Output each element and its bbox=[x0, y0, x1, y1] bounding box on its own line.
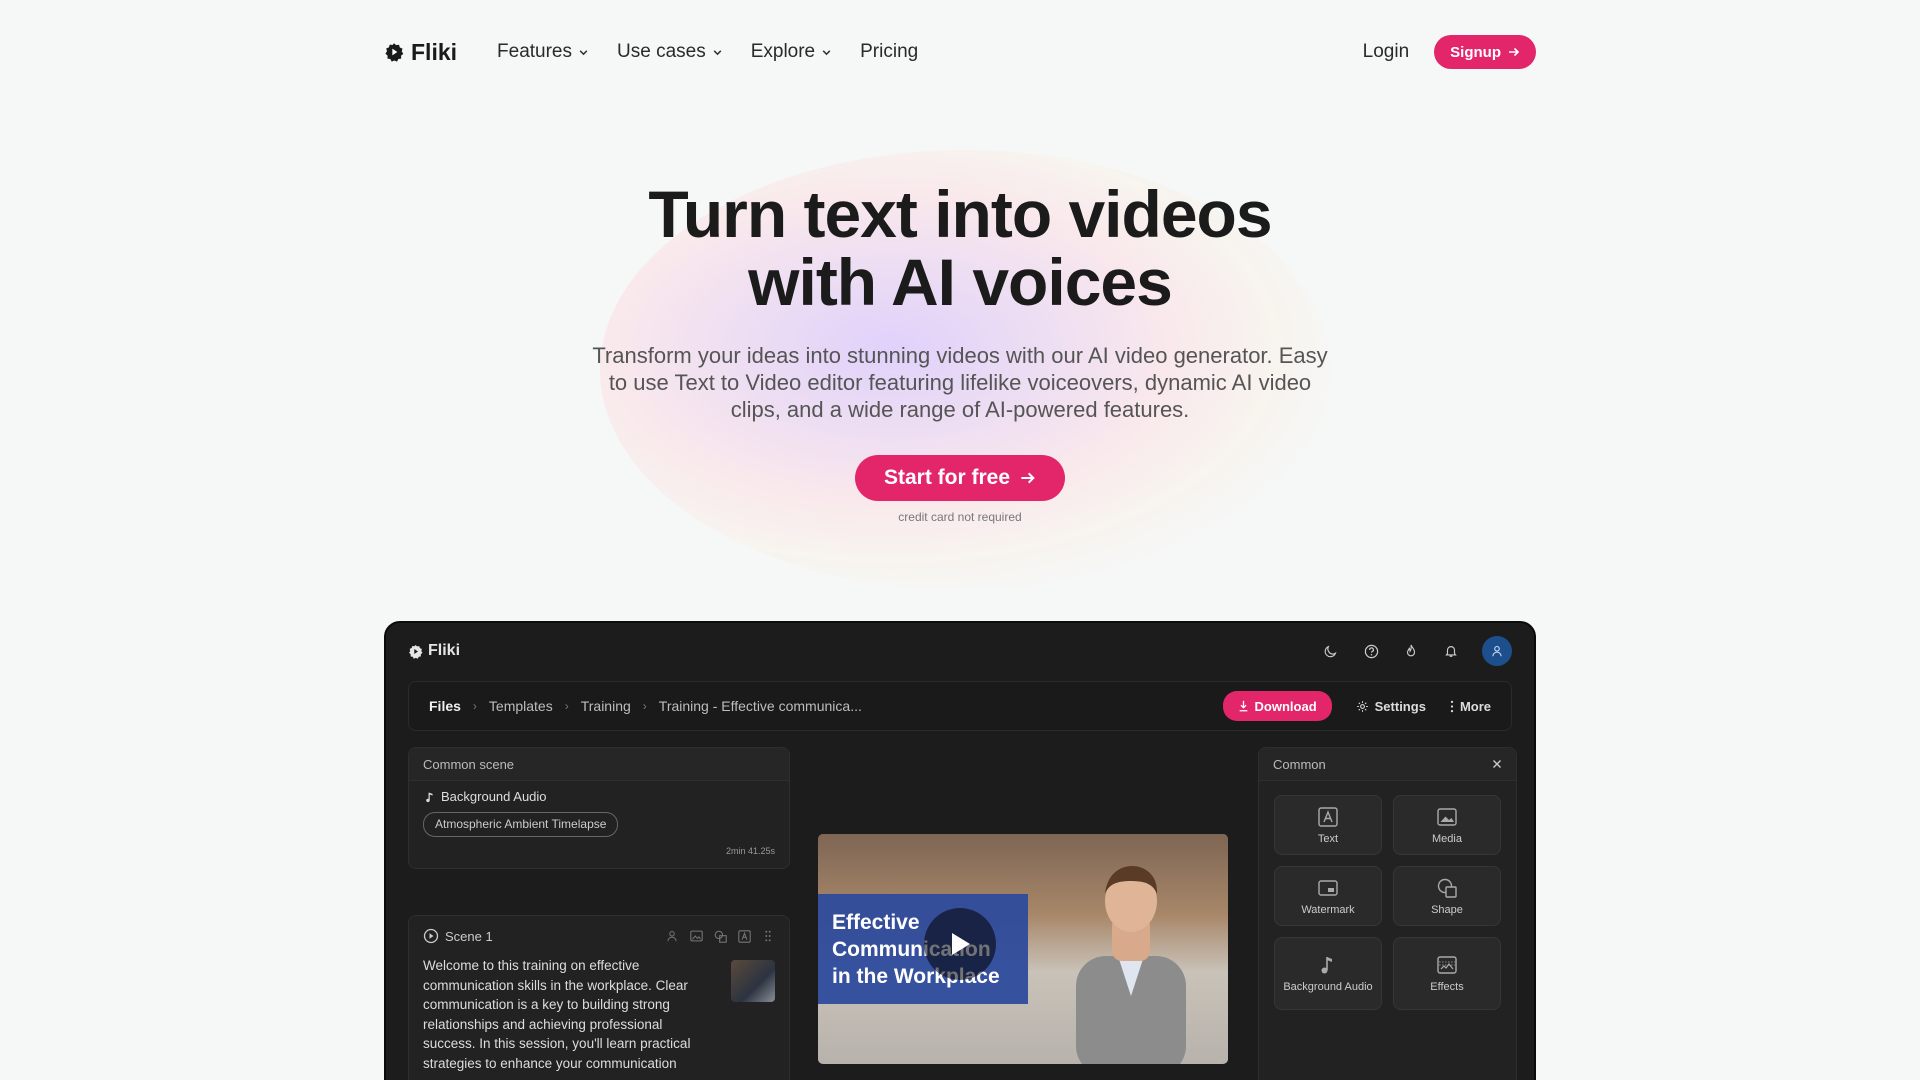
tile-shape[interactable]: Shape bbox=[1393, 866, 1501, 926]
breadcrumb-current: Training - Effective communica... bbox=[658, 698, 862, 714]
breadcrumb-training[interactable]: Training bbox=[581, 698, 631, 714]
chevron-right-icon: › bbox=[472, 699, 477, 713]
play-icon bbox=[952, 933, 970, 955]
hero-title: Turn text into videos with AI voices bbox=[0, 180, 1920, 316]
app-preview-window: Fliki Files › Templates › Training › Tra… bbox=[384, 621, 1536, 1080]
common-scene-title: Common scene bbox=[409, 748, 789, 781]
arrow-right-icon bbox=[1021, 472, 1035, 484]
chevron-down-icon bbox=[822, 49, 831, 55]
tile-media[interactable]: Media bbox=[1393, 795, 1501, 855]
logo-text: Fliki bbox=[411, 38, 458, 65]
more-button[interactable]: More bbox=[1450, 699, 1491, 714]
fliki-logo-icon bbox=[385, 43, 404, 62]
nav-features-label: Features bbox=[497, 41, 572, 62]
credit-card-note: credit card not required bbox=[898, 510, 1022, 524]
help-icon[interactable] bbox=[1362, 642, 1380, 660]
user-avatar[interactable] bbox=[1482, 636, 1512, 666]
play-circle-icon[interactable] bbox=[423, 928, 439, 944]
avatar-tool-icon[interactable] bbox=[665, 929, 679, 943]
image-tool-icon[interactable] bbox=[689, 929, 703, 943]
scene-1-thumbnail[interactable] bbox=[731, 960, 775, 1002]
user-icon bbox=[1492, 645, 1502, 657]
tile-watermark[interactable]: Watermark bbox=[1274, 866, 1382, 926]
chevron-right-icon: › bbox=[642, 699, 647, 713]
chevron-down-icon bbox=[713, 49, 722, 55]
scene-1-label: Scene 1 bbox=[445, 928, 493, 944]
chevron-right-icon: › bbox=[564, 699, 569, 713]
video-preview[interactable]: Effective Communication in the Workplace bbox=[818, 834, 1228, 1064]
effects-icon bbox=[1437, 956, 1457, 974]
breadcrumb-bar: Files › Templates › Training › Training … bbox=[408, 681, 1512, 731]
tile-effects-label: Effects bbox=[1430, 981, 1464, 993]
close-icon[interactable] bbox=[1492, 759, 1502, 769]
settings-label: Settings bbox=[1374, 698, 1426, 714]
download-label: Download bbox=[1254, 698, 1317, 714]
app-header: Fliki bbox=[386, 623, 1534, 679]
image-icon bbox=[1437, 807, 1457, 826]
arrow-right-icon bbox=[1509, 47, 1520, 57]
download-button[interactable]: Download bbox=[1222, 691, 1332, 721]
gear-icon bbox=[1356, 700, 1368, 712]
moon-icon[interactable] bbox=[1322, 642, 1340, 660]
music-note-icon bbox=[1321, 957, 1332, 974]
scene-1-header: Scene 1 bbox=[409, 916, 789, 956]
drag-handle-icon[interactable] bbox=[761, 929, 775, 943]
audio-duration: 2min 41.25s bbox=[725, 846, 775, 856]
background-audio-label: Background Audio bbox=[441, 789, 547, 804]
start-for-free-button[interactable]: Start for free bbox=[855, 455, 1065, 501]
audio-track-chip[interactable]: Atmospheric Ambient Timelapse bbox=[423, 812, 619, 837]
signup-button[interactable]: Signup bbox=[1434, 35, 1536, 69]
shape-icon bbox=[1437, 878, 1457, 898]
text-icon bbox=[1318, 806, 1338, 827]
nav-explore[interactable]: Explore bbox=[751, 41, 832, 63]
download-icon bbox=[1239, 700, 1247, 712]
hero-title-line-2: with AI voices bbox=[748, 245, 1173, 319]
signup-label: Signup bbox=[1450, 43, 1501, 61]
nav-pricing[interactable]: Pricing bbox=[860, 41, 918, 63]
shape-tool-icon[interactable] bbox=[713, 929, 727, 943]
scene-1-panel: Scene 1 Welcome to this training on effe… bbox=[408, 915, 790, 1080]
common-panel-title: Common bbox=[1273, 756, 1326, 772]
background-audio-row[interactable]: Background Audio bbox=[409, 781, 789, 804]
tile-background-audio[interactable]: Background Audio bbox=[1274, 937, 1382, 1010]
play-button[interactable] bbox=[924, 908, 996, 980]
login-link[interactable]: Login bbox=[1363, 41, 1410, 63]
text-tool-icon[interactable] bbox=[737, 929, 751, 943]
breadcrumb: Files › Templates › Training › Training … bbox=[429, 698, 862, 714]
breadcrumb-templates[interactable]: Templates bbox=[489, 698, 553, 714]
tile-background-audio-label: Background Audio bbox=[1283, 981, 1373, 993]
more-label: More bbox=[1459, 698, 1491, 714]
presenter-image bbox=[1076, 866, 1186, 1064]
breadcrumb-files[interactable]: Files bbox=[429, 698, 461, 714]
nav-features[interactable]: Features bbox=[497, 41, 589, 63]
tile-effects[interactable]: Effects bbox=[1393, 937, 1501, 1010]
fliki-logo-icon bbox=[409, 644, 423, 659]
fliki-logo[interactable]: Fliki bbox=[384, 39, 457, 66]
tile-media-label: Media bbox=[1432, 832, 1462, 845]
common-panel-header: Common bbox=[1259, 748, 1516, 781]
app-logo-text: Fliki bbox=[428, 642, 461, 659]
tile-text-label: Text bbox=[1317, 832, 1339, 845]
cta-label: Start for free bbox=[883, 466, 1011, 489]
flame-icon[interactable] bbox=[1402, 642, 1420, 660]
hero-title-line-1: Turn text into videos bbox=[648, 177, 1272, 251]
more-vertical-icon bbox=[1450, 700, 1454, 712]
nav-use-cases-label: Use cases bbox=[617, 41, 706, 62]
tile-watermark-label: Watermark bbox=[1301, 903, 1355, 916]
chevron-down-icon bbox=[579, 49, 588, 55]
hero-subtitle: Transform your ideas into stunning video… bbox=[592, 343, 1328, 422]
nav-explore-label: Explore bbox=[750, 41, 816, 62]
nav-use-cases[interactable]: Use cases bbox=[617, 41, 723, 63]
nav-pricing-label: Pricing bbox=[860, 41, 919, 62]
common-elements-panel: Common Text Media Watermark Shape Backgr… bbox=[1258, 747, 1517, 1080]
common-scene-panel: Common scene Background Audio Atmospheri… bbox=[408, 747, 790, 869]
watermark-icon bbox=[1318, 879, 1338, 896]
top-nav: Fliki Features Use cases Explore Pricing… bbox=[384, 0, 1536, 104]
app-logo[interactable]: Fliki bbox=[408, 642, 460, 660]
tile-shape-label: Shape bbox=[1431, 903, 1463, 916]
settings-button[interactable]: Settings bbox=[1356, 699, 1426, 714]
tile-text[interactable]: Text bbox=[1274, 795, 1382, 855]
music-note-icon bbox=[426, 792, 433, 802]
bell-icon[interactable] bbox=[1442, 642, 1460, 660]
